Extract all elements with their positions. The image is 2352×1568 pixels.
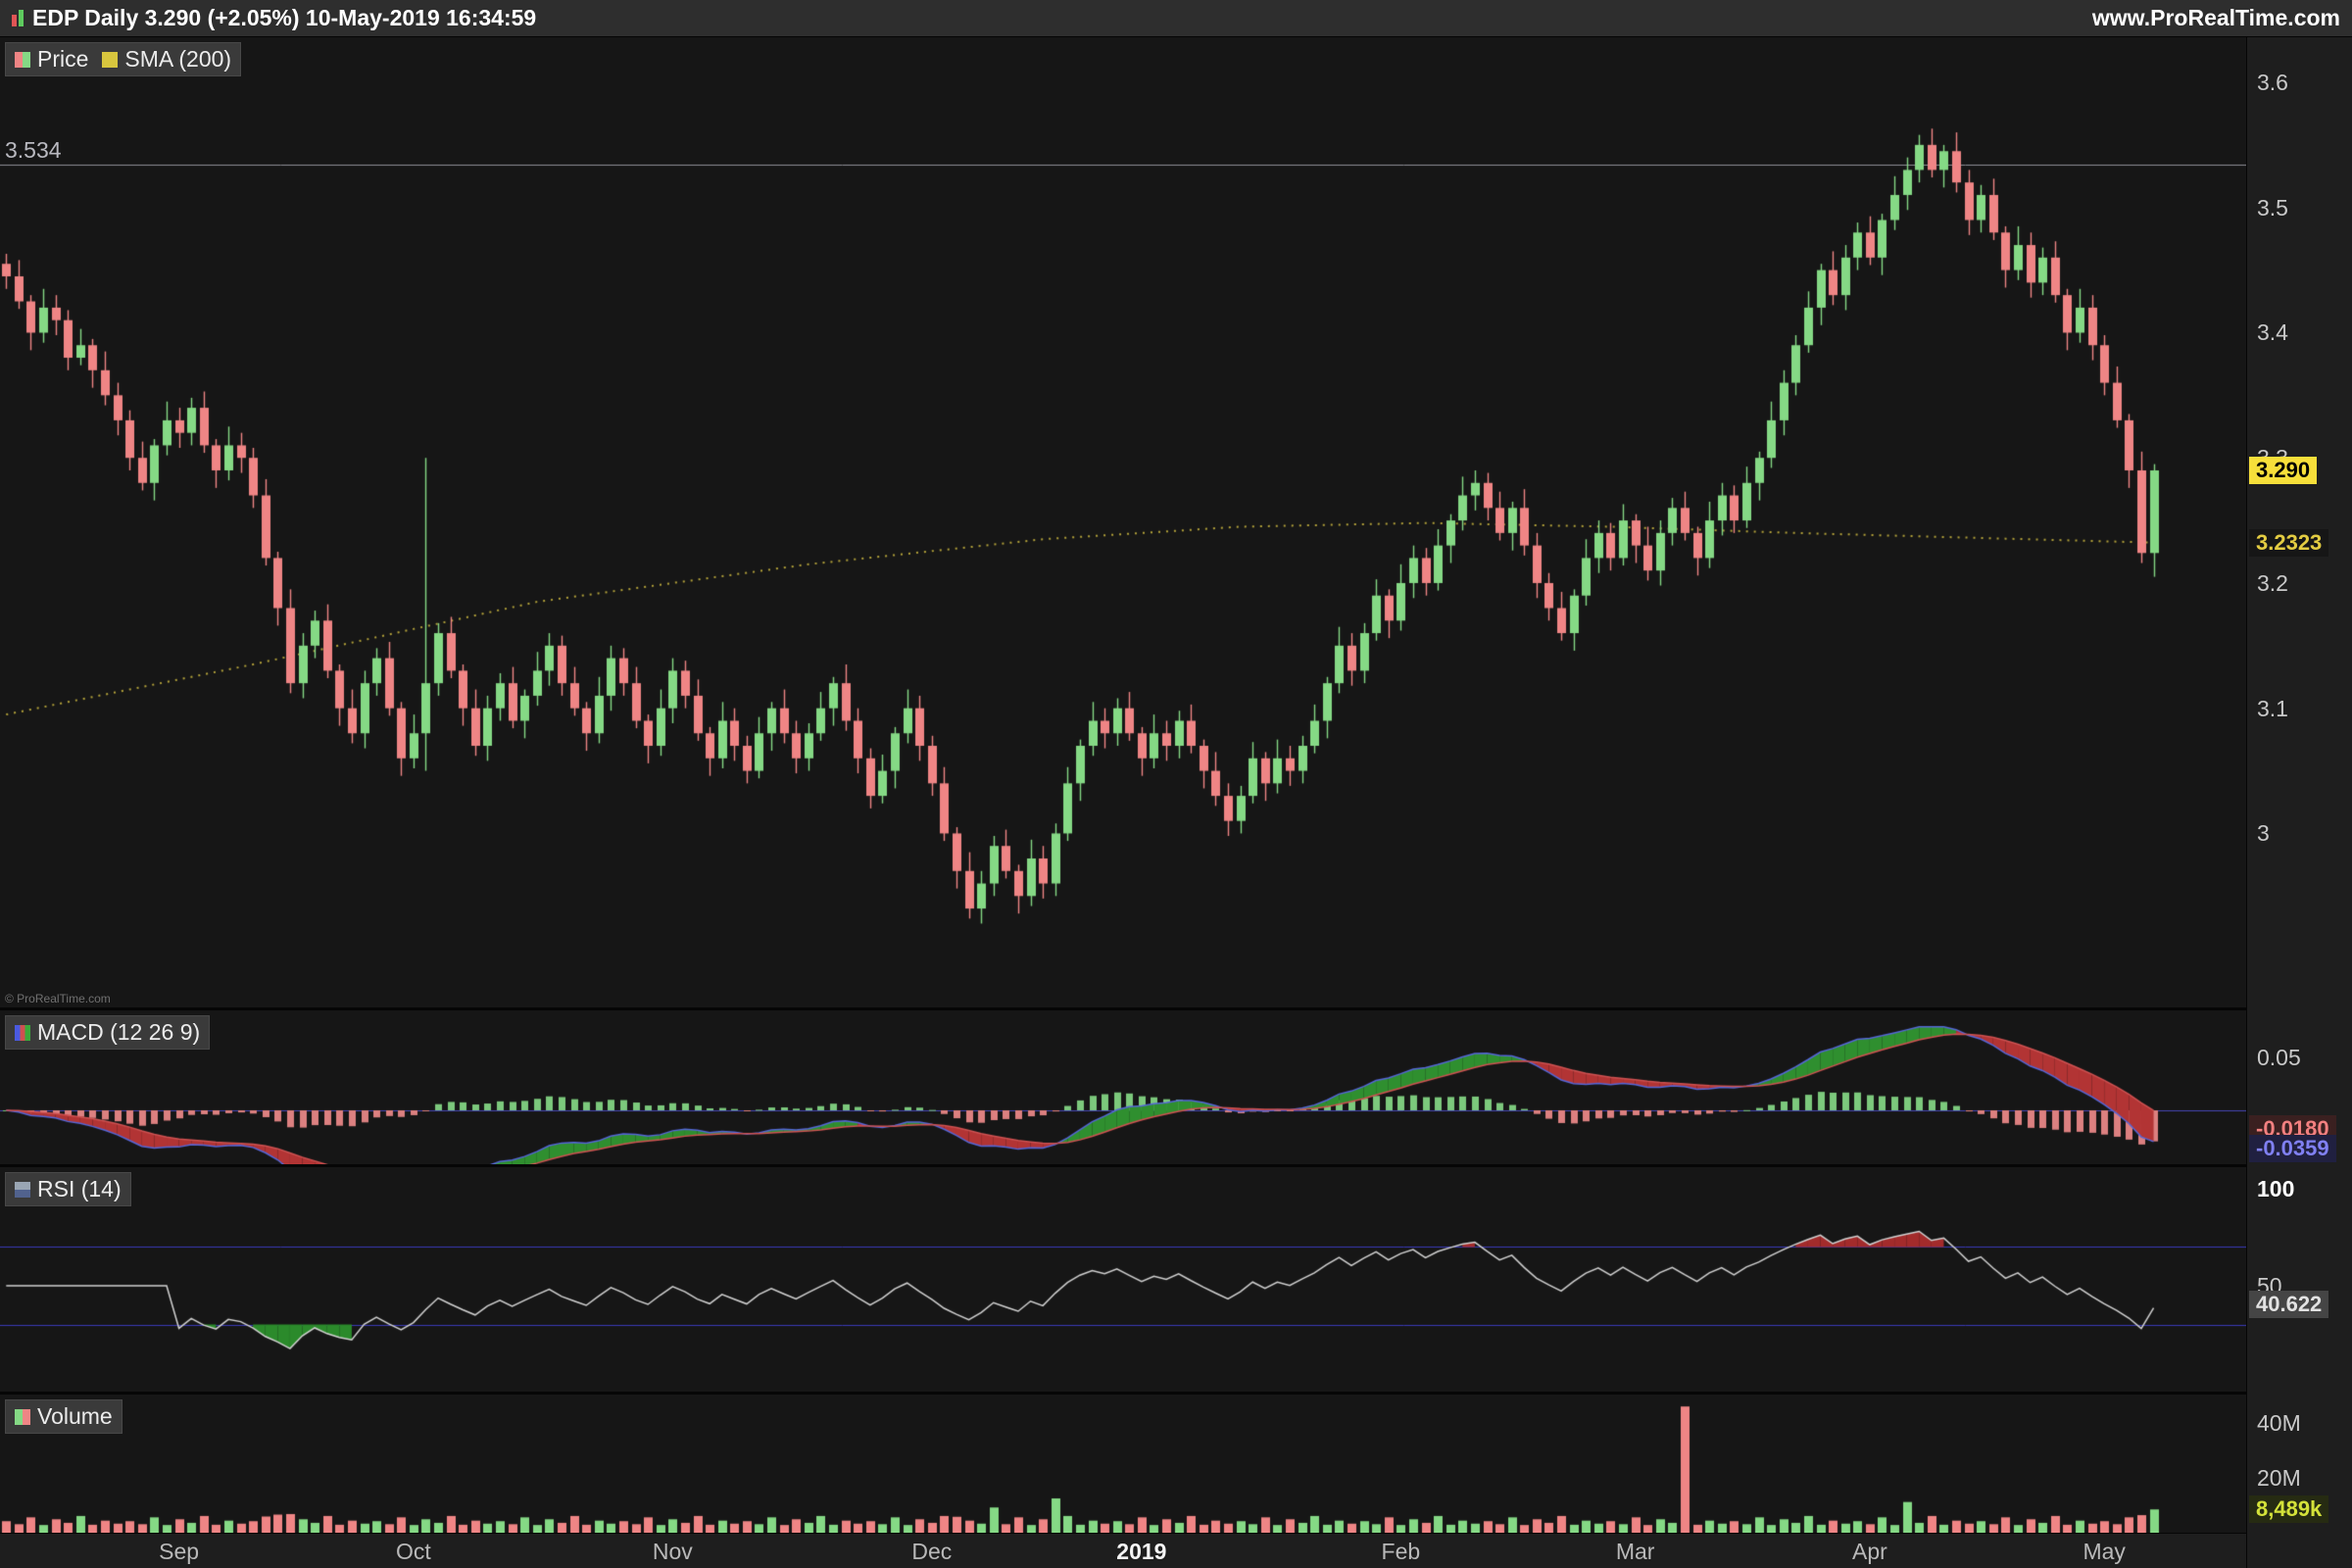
time-axis[interactable]: Sep Oct Nov Dec 2019 Feb Mar Apr May [0,1533,2246,1568]
value-axis-tick: 3 [2257,819,2270,847]
volume-chart-canvas[interactable] [0,1395,2246,1533]
macd-legend-label: MACD (12 26 9) [37,1019,200,1046]
sma-value-badge: 3.2323 [2249,529,2328,557]
rsi-legend[interactable]: RSI (14) [5,1172,131,1206]
macd-legend[interactable]: MACD (12 26 9) [5,1015,210,1050]
price-legend-label: Price [37,46,88,73]
macd-panel: MACD (12 26 9) [0,1010,2246,1164]
time-axis-tick: 2019 [1116,1539,1166,1565]
macd-line-badge: -0.0359 [2249,1135,2336,1162]
value-axis-tick: 3.4 [2257,318,2288,346]
price-series-icon [15,52,30,68]
level-line-label: 3.534 [5,137,62,164]
copyright-watermark: © ProRealTime.com [5,992,111,1005]
rsi-value-badge: 40.622 [2249,1291,2328,1318]
instrument-icon [12,10,24,26]
price-chart-canvas[interactable] [0,37,2246,1007]
price-series-legend[interactable]: Price [15,46,88,73]
price-legend[interactable]: Price SMA (200) [5,42,241,76]
title-bar-left: EDP Daily 3.290 (+2.05%) 10-May-2019 16:… [12,5,536,31]
time-axis-tick: May [2082,1539,2125,1565]
volume-panel: Volume [0,1395,2246,1533]
panel-separator[interactable] [0,1392,2352,1395]
rsi-series-icon [15,1182,30,1198]
price-panel: Price SMA (200) 3.534 © ProRealTime.com [0,37,2246,1007]
value-axis-tick: 100 [2257,1175,2294,1202]
time-axis-tick: Mar [1616,1539,1655,1565]
value-axis-tick: 3.1 [2257,695,2288,722]
value-axis-tick: 0.05 [2257,1044,2301,1071]
last-price-badge: 3.290 [2249,457,2317,484]
macd-series-legend[interactable]: MACD (12 26 9) [15,1019,200,1046]
instrument-title: EDP Daily 3.290 (+2.05%) 10-May-2019 16:… [32,5,536,31]
time-axis-tick: Feb [1382,1539,1421,1565]
time-axis-tick: Oct [396,1539,431,1565]
panel-separator[interactable] [0,1164,2352,1167]
panel-separator[interactable] [0,1007,2352,1010]
prorealtime-chart-window: EDP Daily 3.290 (+2.05%) 10-May-2019 16:… [0,0,2352,1568]
macd-series-icon [15,1025,30,1041]
rsi-chart-canvas[interactable] [0,1167,2246,1392]
sma-legend-label: SMA (200) [124,46,231,73]
volume-series-legend[interactable]: Volume [15,1403,113,1430]
rsi-series-legend[interactable]: RSI (14) [15,1176,122,1202]
rsi-panel: RSI (14) [0,1167,2246,1392]
sma-series-icon [102,52,118,68]
value-axis-tick: 3.5 [2257,194,2288,221]
value-axis-tick: 3.6 [2257,69,2288,96]
value-axis-tick: 20M [2257,1464,2301,1492]
volume-legend[interactable]: Volume [5,1399,122,1434]
time-axis-tick: Dec [911,1539,952,1565]
website-link[interactable]: www.ProRealTime.com [2092,5,2340,31]
sma-series-legend[interactable]: SMA (200) [102,46,231,73]
rsi-legend-label: RSI (14) [37,1176,122,1202]
time-axis-tick: Nov [653,1539,693,1565]
volume-value-badge: 8,489k [2249,1495,2328,1523]
volume-legend-label: Volume [37,1403,113,1430]
volume-series-icon [15,1409,30,1425]
value-axis-tick: 3.2 [2257,569,2288,597]
time-axis-tick: Sep [159,1539,199,1565]
value-axis[interactable]: 3.290 3.2323 -0.0180 -0.0359 40.622 8,48… [2246,37,2352,1568]
time-axis-tick: Apr [1852,1539,1887,1565]
title-bar: EDP Daily 3.290 (+2.05%) 10-May-2019 16:… [0,0,2352,37]
value-axis-tick: 40M [2257,1409,2301,1437]
macd-chart-canvas[interactable] [0,1010,2246,1164]
